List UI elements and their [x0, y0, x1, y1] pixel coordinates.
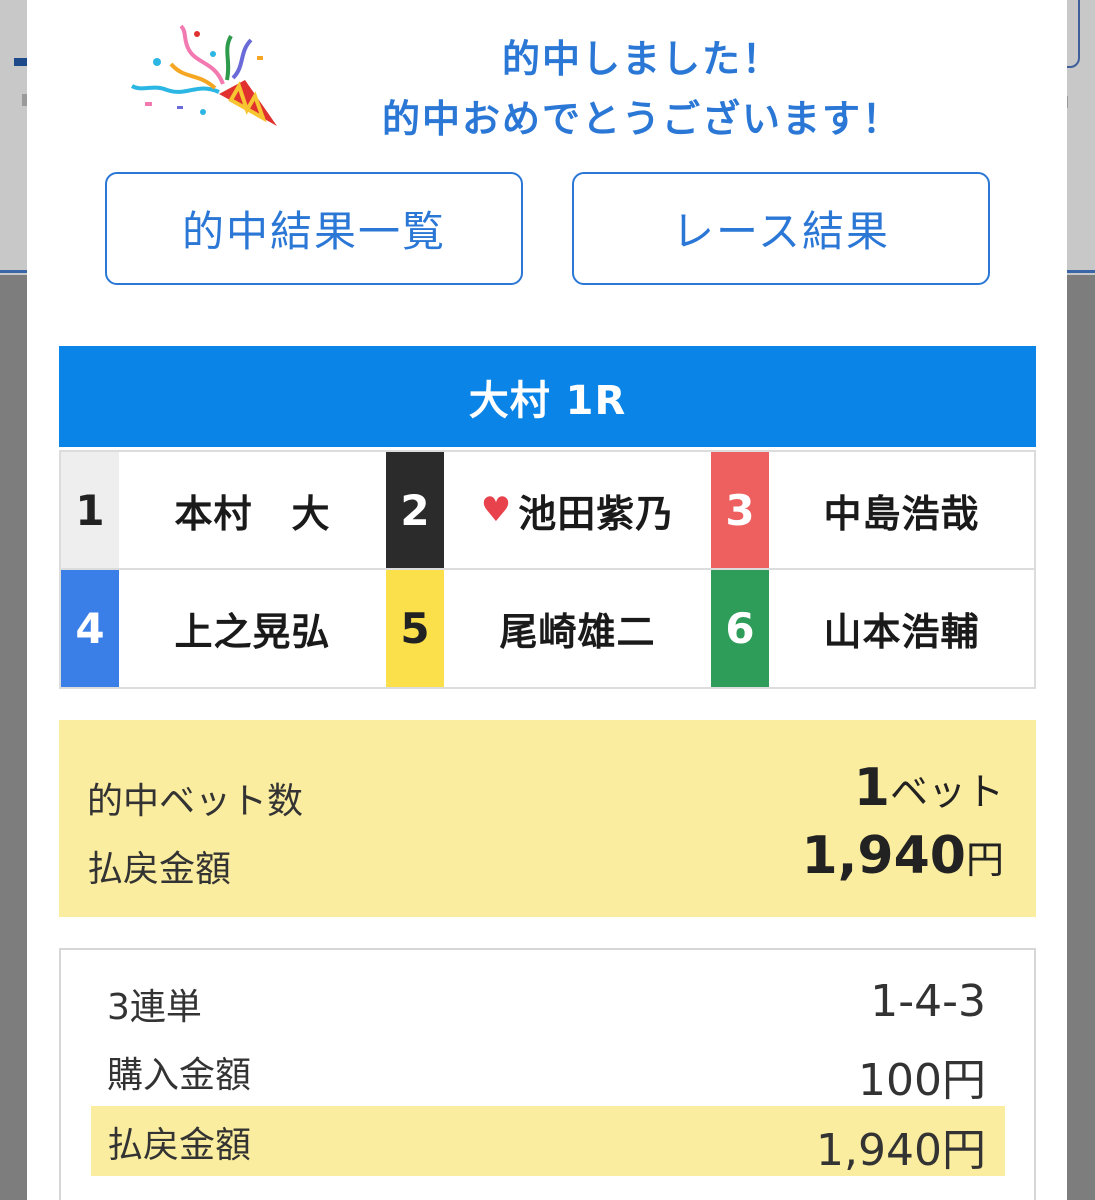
payout-unit: 円 — [965, 838, 1004, 882]
racer-name: ♥ 池田紫乃 — [444, 483, 711, 538]
bet-count-unit: ベット — [889, 770, 1004, 814]
racer-number: 3 — [711, 452, 769, 568]
racer-name: 上之晃弘 — [119, 601, 386, 656]
racer-name: 尾崎雄二 — [444, 601, 711, 656]
bet-count-label: 的中ベット数 — [87, 781, 304, 822]
favorite-heart-icon: ♥ — [480, 490, 513, 530]
hit-results-list-button[interactable]: 的中結果一覧 — [105, 172, 523, 285]
bet-type-label: 3連単 — [107, 987, 202, 1028]
racer-name-text: 本村 大 — [174, 491, 331, 536]
racer-name-text: 山本浩輔 — [823, 610, 980, 654]
racer-name-text: 尾崎雄二 — [499, 610, 656, 654]
racer-number: 6 — [711, 570, 769, 687]
racer-6: 6 山本浩輔 — [711, 570, 1034, 687]
bet-count-number: 1 — [853, 758, 890, 818]
payout-number: 1,940 — [801, 826, 966, 886]
racer-name-text: 池田紫乃 — [518, 491, 675, 536]
racer-number: 4 — [61, 570, 119, 687]
hit-headline: 的中しました！ — [501, 37, 782, 81]
hit-result-modal: 的中しました！ 的中おめでとうございます！ 的中結果一覧 レース結果 大村 1R… — [27, 0, 1067, 1200]
racer-name: 山本浩輔 — [769, 601, 1034, 656]
racer-name-text: 中島浩哉 — [823, 491, 980, 536]
purchase-amount-label: 購入金額 — [107, 1055, 252, 1096]
race-results-button[interactable]: レース結果 — [572, 172, 990, 285]
racer-grid: 1 本村 大 2 ♥ 池田紫乃 3 中島浩哉 4 上之晃弘 5 尾崎雄二 6 山本… — [59, 450, 1036, 689]
hit-congrats-text: 的中おめでとうございます！ — [381, 97, 902, 141]
race-title: 大村 1R — [59, 346, 1036, 447]
bet-count-value: 1ベット — [854, 758, 1004, 818]
payout-value: 1,940円 — [802, 826, 1005, 886]
detail-payout-value: 1,940円 — [816, 1125, 986, 1176]
racer-2: 2 ♥ 池田紫乃 — [386, 452, 711, 570]
detail-payout-label: 払戻金額 — [107, 1125, 252, 1166]
racer-5: 5 尾崎雄二 — [386, 570, 711, 687]
racer-name: 中島浩哉 — [769, 483, 1034, 538]
racer-number: 2 — [386, 452, 444, 568]
racer-number: 5 — [386, 570, 444, 687]
bet-detail-box: 3連単 1-4-3 購入金額 100円 払戻金額 1,940円 — [59, 948, 1036, 1200]
racer-1: 1 本村 大 — [61, 452, 386, 570]
bet-combination: 1-4-3 — [870, 976, 986, 1027]
payout-label: 払戻金額 — [87, 849, 232, 890]
racer-name-text: 上之晃弘 — [174, 610, 331, 654]
racer-4: 4 上之晃弘 — [61, 570, 386, 687]
racer-3: 3 中島浩哉 — [711, 452, 1034, 570]
racer-number: 1 — [61, 452, 119, 568]
racer-name: 本村 大 — [119, 483, 386, 538]
purchase-amount-value: 100円 — [858, 1055, 986, 1106]
hit-summary-box: 的中ベット数 1ベット 払戻金額 1,940円 — [59, 720, 1036, 917]
